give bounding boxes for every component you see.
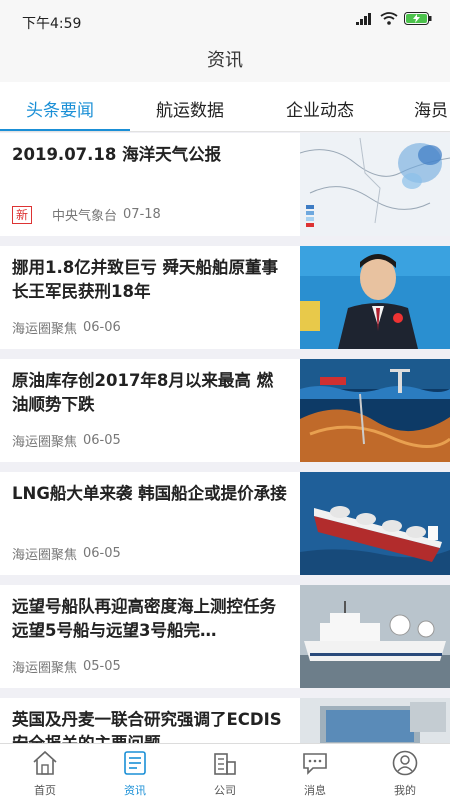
news-date: 06-05 [83, 433, 121, 448]
news-source: 海运圈聚焦 [12, 322, 78, 337]
lng-ship-image [300, 472, 450, 575]
news-title: LNG船大单来袭 韩国船企或提价承接 [12, 484, 287, 503]
nav-home-label: 首页 [34, 784, 56, 797]
news-title: 2019.07.18 海洋天气公报 [12, 145, 222, 164]
tab-headlines[interactable]: 头条要闻 [26, 96, 94, 121]
nav-profile-label: 我的 [394, 784, 416, 797]
news-item[interactable]: 英国及丹麦一联合研究强调了ECDIS安全报关的主要问题 [0, 698, 450, 743]
news-item[interactable]: 2019.07.18 海洋天气公报 新 中央气象台 07-18 [0, 133, 450, 236]
nav-messages[interactable]: 消息 [280, 750, 350, 798]
news-date: 06-06 [83, 320, 121, 335]
news-date: 05-05 [83, 659, 121, 674]
news-icon [124, 751, 146, 775]
company-icon [214, 753, 236, 775]
news-meta: 海运圈聚焦 06-06 [12, 318, 121, 337]
battery-charging-icon [404, 12, 432, 25]
wifi-icon [380, 12, 398, 25]
news-meta: 海运圈聚焦 06-05 [12, 544, 121, 563]
nav-company-label: 公司 [214, 784, 236, 797]
nav-news-label: 资讯 [124, 784, 146, 797]
news-meta: 海运圈聚焦 06-05 [12, 431, 121, 450]
home-icon [33, 750, 57, 775]
news-date: 06-05 [83, 546, 121, 561]
nav-news[interactable]: 资讯 [100, 750, 170, 798]
news-title: 远望号船队再迎高密度海上测控任务 远望5号船与远望3号船完… [12, 597, 276, 640]
nav-messages-label: 消息 [304, 784, 326, 797]
nav-profile[interactable]: 我的 [370, 750, 440, 798]
title-bar: 资讯 [0, 40, 450, 82]
news-item[interactable]: 远望号船队再迎高密度海上测控任务 远望5号船与远望3号船完… 海运圈聚焦 05-… [0, 585, 450, 688]
news-meta: 新 中央气象台 07-18 [12, 205, 161, 224]
status-time: 下午4:59 [22, 16, 82, 32]
news-item[interactable]: LNG船大单来袭 韩国船企或提价承接 海运圈聚焦 06-05 [0, 472, 450, 575]
news-title: 英国及丹麦一联合研究强调了ECDIS安全报关的主要问题 [12, 710, 282, 743]
oil-illustration-image [300, 359, 450, 462]
status-bar: 下午4:59 [0, 0, 450, 40]
tab-shipping-data[interactable]: 航运数据 [156, 96, 224, 121]
signal-icon [356, 12, 371, 25]
news-title: 挪用1.8亿并致巨亏 舜天船舶原董事长王军民获刑18年 [12, 258, 278, 301]
news-date: 07-18 [123, 207, 161, 222]
person-photo-image [300, 246, 450, 349]
tab-company-news[interactable]: 企业动态 [286, 96, 354, 121]
new-badge: 新 [12, 205, 33, 224]
tracking-ship-image [300, 585, 450, 688]
news-source: 海运圈聚焦 [12, 435, 78, 450]
bottom-nav: 首页 资讯 公司 消息 我的 [0, 743, 450, 800]
page-title: 资讯 [207, 50, 243, 71]
news-list: 2019.07.18 海洋天气公报 新 中央气象台 07-18 挪用1.8亿并致… [0, 133, 450, 743]
news-item[interactable]: 挪用1.8亿并致巨亏 舜天船舶原董事长王军民获刑18年 海运圈聚焦 06-06 [0, 246, 450, 349]
nav-company[interactable]: 公司 [190, 750, 260, 798]
ecdis-screen-image [300, 698, 450, 743]
weather-map-image [300, 133, 450, 236]
profile-icon [392, 750, 418, 776]
news-meta: 海运圈聚焦 05-05 [12, 657, 121, 676]
system-icons [356, 12, 432, 25]
news-source: 海运圈聚焦 [12, 661, 78, 676]
news-title: 原油库存创2017年8月以来最高 燃油顺势下跌 [12, 371, 274, 414]
news-source: 中央气象台 [52, 209, 118, 224]
message-icon [303, 753, 327, 775]
category-tabs: 头条要闻 航运数据 企业动态 海员 [0, 82, 450, 132]
news-item[interactable]: 原油库存创2017年8月以来最高 燃油顺势下跌 海运圈聚焦 06-05 [0, 359, 450, 462]
news-source: 海运圈聚焦 [12, 548, 78, 563]
active-tab-indicator [0, 129, 130, 131]
nav-home[interactable]: 首页 [10, 750, 80, 798]
tab-seafarer[interactable]: 海员 [414, 96, 448, 121]
